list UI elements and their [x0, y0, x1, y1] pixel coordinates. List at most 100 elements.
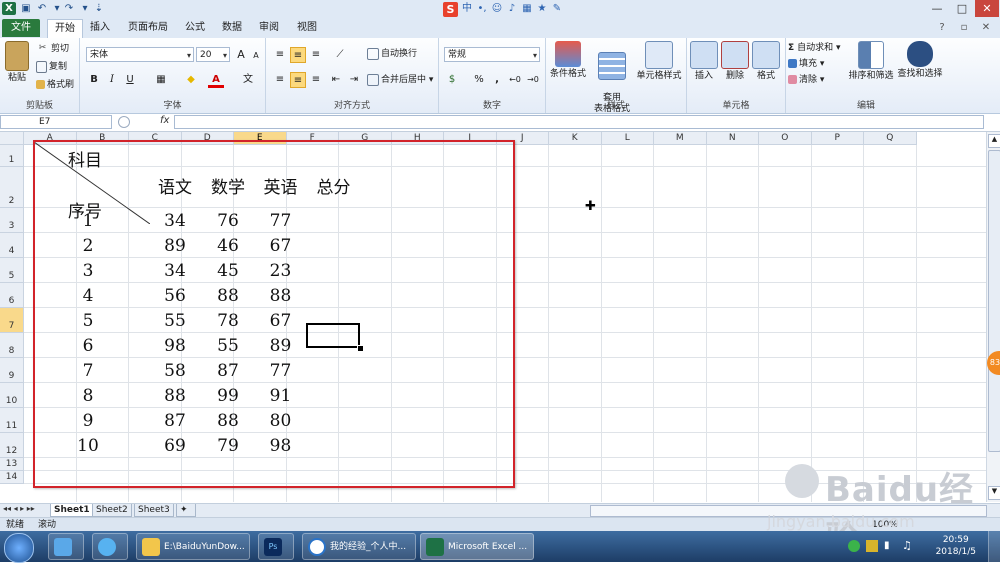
sheet-tab-1[interactable]: Sheet1 [50, 504, 94, 517]
row-header-7[interactable]: 7 [0, 308, 24, 333]
paste-button[interactable]: 粘贴 [2, 41, 32, 84]
row-header-5[interactable]: 5 [0, 258, 24, 283]
format-painter-button[interactable]: 格式刷 [36, 78, 74, 93]
row-index-cell[interactable]: 1 [34, 211, 142, 231]
system-clock[interactable]: 20:59 2018/1/5 [936, 534, 976, 558]
undo-icon[interactable]: ↶ [35, 2, 49, 15]
score-cell[interactable]: 56 [148, 286, 202, 306]
increase-indent-icon[interactable]: ⇥ [346, 72, 362, 88]
phonetic-button[interactable]: 文 [240, 72, 256, 88]
copy-button[interactable]: 复制 [36, 60, 67, 75]
font-name-select[interactable]: 宋体 [86, 47, 194, 63]
formula-input[interactable] [174, 115, 984, 129]
taskbar-app-cloud[interactable] [92, 533, 128, 560]
taskbar-app-feiq[interactable] [48, 533, 84, 560]
select-all-corner[interactable] [0, 132, 24, 145]
autosum-button[interactable]: Σ 自动求和 ▾ [788, 41, 841, 56]
score-cell[interactable]: 98 [254, 436, 307, 456]
align-center-icon[interactable]: ≡ [290, 72, 306, 88]
delete-cells-button[interactable]: 删除 [720, 41, 750, 82]
column-header-k[interactable]: K [549, 132, 602, 145]
column-header-j[interactable]: J [496, 132, 549, 145]
name-box-dropdown-icon[interactable] [118, 116, 130, 128]
score-cell[interactable]: 76 [202, 211, 254, 231]
chevron-down-icon[interactable]: ▾ [78, 2, 92, 15]
score-cell[interactable]: 88 [202, 411, 254, 431]
maximize-button[interactable]: □ [950, 0, 974, 17]
tab-insert[interactable]: 插入 [83, 19, 117, 37]
column-header-f[interactable]: F [286, 132, 339, 145]
column-header-l[interactable]: L [601, 132, 654, 145]
name-box[interactable]: E7 [0, 115, 112, 129]
score-cell[interactable]: 88 [202, 286, 254, 306]
italic-button[interactable]: I [104, 72, 120, 88]
score-cell[interactable]: 69 [148, 436, 202, 456]
microphone-icon[interactable]: ♪ [506, 3, 518, 15]
volume-icon[interactable]: ♫ [902, 539, 912, 552]
insert-sheet-icon[interactable]: ✦ [176, 504, 196, 517]
row-index-cell[interactable]: 3 [34, 261, 142, 281]
score-cell[interactable]: 77 [254, 361, 307, 381]
taskbar-item-browser[interactable]: 我的经验_个人中... [302, 533, 416, 560]
font-size-select[interactable]: 20 [196, 47, 230, 63]
row-index-cell[interactable]: 6 [34, 336, 142, 356]
score-cell[interactable]: 89 [148, 236, 202, 256]
fill-color-button[interactable]: ◆ [183, 72, 199, 88]
score-cell[interactable]: 67 [254, 236, 307, 256]
row-header-3[interactable]: 3 [0, 208, 24, 233]
score-cell[interactable]: 55 [148, 311, 202, 331]
row-header-10[interactable]: 10 [0, 383, 24, 408]
column-header-p[interactable]: P [811, 132, 864, 145]
scroll-thumb[interactable] [988, 150, 1000, 452]
fill-handle[interactable] [357, 345, 364, 352]
score-cell[interactable]: 34 [148, 211, 202, 231]
row-index-cell[interactable]: 4 [34, 286, 142, 306]
close-workbook-icon[interactable]: ✕ [974, 20, 998, 36]
bold-button[interactable]: B [86, 72, 102, 88]
sheet-nav-icon[interactable]: ◂◂ ◂ ▸ ▸▸ [3, 504, 35, 513]
help-icon[interactable]: ? [930, 20, 954, 36]
number-format-select[interactable]: 常规 [444, 47, 540, 63]
tray-icon[interactable] [866, 540, 878, 552]
conditional-format-button[interactable]: 条件格式 [548, 41, 588, 80]
wrench-icon[interactable]: ✎ [551, 3, 563, 15]
percent-button[interactable]: % [471, 72, 487, 88]
show-desktop-button[interactable] [988, 531, 1000, 562]
score-cell[interactable]: 89 [254, 336, 307, 356]
column-header-e[interactable]: E [234, 132, 287, 145]
score-cell[interactable]: 77 [254, 211, 307, 231]
row-header-12[interactable]: 12 [0, 433, 24, 458]
column-header-i[interactable]: I [444, 132, 497, 145]
underline-button[interactable]: U [122, 72, 138, 88]
sheet-tab-3[interactable]: Sheet3 [134, 504, 174, 517]
column-header-m[interactable]: M [654, 132, 707, 145]
tab-file[interactable]: 文件 [2, 19, 40, 37]
column-header-o[interactable]: O [759, 132, 812, 145]
insert-function-button[interactable]: fx [160, 115, 169, 126]
score-cell[interactable]: 79 [202, 436, 254, 456]
score-cell[interactable]: 88 [254, 286, 307, 306]
orientation-icon[interactable]: ⟋ [332, 47, 348, 63]
find-select-button[interactable]: 查找和选择 [896, 41, 944, 80]
score-cell[interactable]: 58 [148, 361, 202, 381]
currency-button[interactable]: $ [444, 72, 460, 88]
tab-home[interactable]: 开始 [47, 19, 83, 38]
row-header-6[interactable]: 6 [0, 283, 24, 308]
score-cell[interactable]: 87 [202, 361, 254, 381]
decrease-indent-icon[interactable]: ⇤ [328, 72, 344, 88]
start-button[interactable] [4, 533, 34, 563]
ime-mode[interactable]: 中 [461, 3, 473, 15]
excel-app-icon[interactable]: X [2, 2, 16, 15]
score-cell[interactable]: 80 [254, 411, 307, 431]
align-middle-icon[interactable]: ≡ [290, 47, 306, 63]
tab-data[interactable]: 数据 [215, 19, 249, 37]
tab-review[interactable]: 审阅 [252, 19, 286, 37]
row-index-cell[interactable]: 2 [34, 236, 142, 256]
align-left-icon[interactable]: ≡ [272, 72, 288, 88]
score-cell[interactable]: 34 [148, 261, 202, 281]
score-cell[interactable]: 46 [202, 236, 254, 256]
font-color-button[interactable]: A [208, 72, 224, 88]
network-icon[interactable]: ▮ [884, 540, 896, 552]
row-header-14[interactable]: 14 [0, 471, 24, 484]
save-icon[interactable]: ▣ [19, 2, 33, 15]
